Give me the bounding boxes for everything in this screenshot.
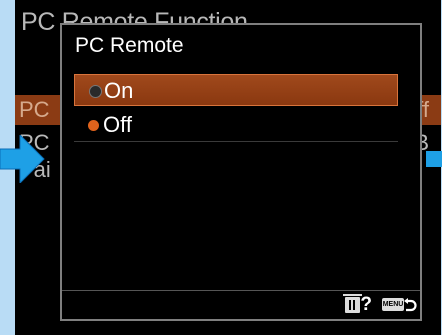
- option-on[interactable]: On: [74, 74, 398, 106]
- radio-checked-icon: [88, 120, 99, 131]
- camera-screen: PC Remote Function PC Off PC SB Pai PC R…: [15, 0, 441, 335]
- menu-button[interactable]: MENU: [382, 298, 404, 311]
- pc-remote-dialog: PC Remote On Off ? MENU: [60, 23, 422, 321]
- background-row-label: PC: [19, 97, 50, 122]
- help-text[interactable]: ?: [360, 293, 372, 317]
- option-off[interactable]: Off: [74, 109, 398, 141]
- trash-icon[interactable]: [343, 294, 362, 313]
- arrow-left-icon: [0, 135, 45, 183]
- arrow-right-icon: [426, 151, 442, 167]
- dialog-footer: ? MENU: [62, 290, 420, 319]
- option-divider: [74, 141, 398, 142]
- radio-unchecked-icon: [89, 85, 102, 98]
- option-label: Off: [103, 112, 132, 137]
- option-label: On: [104, 78, 134, 103]
- dialog-title: PC Remote: [75, 34, 184, 57]
- return-icon[interactable]: [403, 295, 417, 313]
